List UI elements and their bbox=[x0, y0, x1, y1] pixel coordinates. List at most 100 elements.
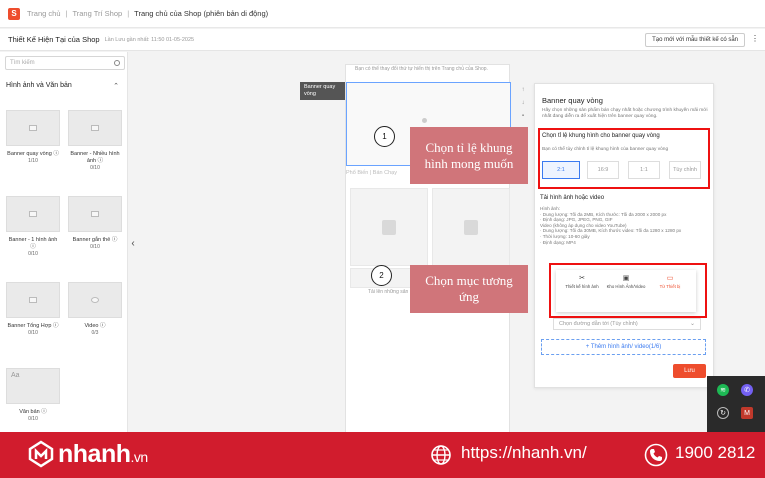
media-source-menu: ✂ Thiết kế hình ảnh ▣ Kho Hình Ảnh/Video… bbox=[556, 270, 696, 312]
section-title: Hình ảnh và Văn bản bbox=[6, 82, 72, 89]
image-icon bbox=[91, 125, 99, 131]
text-glyph-icon: Aa bbox=[11, 372, 20, 379]
single-image-thumbnail bbox=[6, 196, 60, 232]
breadcrumb-bar: S Trang chủ | Trang Trí Shop | Trang chủ… bbox=[0, 0, 765, 28]
play-icon bbox=[91, 297, 99, 303]
move-up-icon[interactable]: ↑ bbox=[519, 84, 527, 97]
shopee-logo-icon[interactable]: S bbox=[8, 7, 20, 20]
link-select-value: Chọn đường dẫn tới (Tùy chỉnh) bbox=[559, 321, 638, 327]
ratio-option-1-1[interactable]: 1:1 bbox=[628, 161, 660, 179]
image-icon bbox=[29, 211, 37, 217]
brand-name-text: nhanh bbox=[58, 440, 131, 468]
link-select[interactable]: Chọn đường dẫn tới (Tùy chỉnh) ⌄ bbox=[553, 318, 701, 330]
breadcrumb-current: Trang chủ của Shop (phiên bản di động) bbox=[134, 9, 269, 18]
more-options-icon[interactable]: ⋮ bbox=[751, 34, 759, 43]
brand-name: nhanh.vn bbox=[58, 440, 148, 469]
text-thumbnail: Aa bbox=[6, 368, 60, 404]
step-2-marker: 2 bbox=[371, 265, 392, 286]
media-library-option[interactable]: ▣ Kho Hình Ảnh/Video bbox=[606, 275, 646, 289]
design-image-option[interactable]: ✂ Thiết kế hình ảnh bbox=[562, 275, 602, 289]
option-label: Thiết kế hình ảnh bbox=[565, 284, 599, 289]
spec-line: · Định dạng: MP4 bbox=[540, 239, 576, 245]
ratio-option-custom[interactable]: Tùy chỉnh bbox=[669, 161, 701, 179]
component-tools: ↑ ↓ ▪ bbox=[519, 84, 527, 123]
canvas-top-note: Bạn có thể thay đổi thứ tự hiển thị trên… bbox=[355, 66, 488, 72]
new-template-button[interactable]: Tạo mới với mẫu thiết kế có sẵn bbox=[645, 33, 745, 47]
component-count: 0/10 bbox=[28, 251, 38, 257]
from-device-option[interactable]: ▭ Từ Thiết bị bbox=[650, 275, 690, 289]
breadcrumb-shop-decoration[interactable]: Trang Trí Shop bbox=[72, 9, 122, 18]
component-count: 0/10 bbox=[28, 330, 38, 336]
component-video[interactable]: Video ⓘ 0/3 bbox=[68, 282, 122, 336]
ratio-option-2-1[interactable]: 2:1 bbox=[542, 161, 580, 179]
shopping-bag-icon bbox=[382, 220, 396, 235]
component-count: 0/10 bbox=[90, 165, 100, 171]
component-label: Banner gắn thẻ ⓘ bbox=[72, 237, 118, 243]
component-carousel-banner[interactable]: Banner quay vòng ⓘ 1/10 bbox=[6, 110, 60, 164]
selected-component-label: Banner quay vòng bbox=[300, 82, 345, 100]
component-text[interactable]: Aa Văn bản ⓘ 0/10 bbox=[6, 368, 60, 422]
collapse-sidebar-icon[interactable]: ‹ bbox=[127, 236, 139, 250]
option-label: Kho Hình Ảnh/Video bbox=[606, 284, 646, 289]
breadcrumb-home[interactable]: Trang chủ bbox=[27, 9, 61, 18]
slot-dot-icon bbox=[422, 118, 427, 123]
video-thumbnail bbox=[68, 282, 122, 318]
upload-specs: Hình ảnh: · Dung lượng: Tối đa 2MB, Kích… bbox=[540, 206, 712, 245]
multi-image-thumbnail bbox=[68, 110, 122, 146]
component-tagged-banner[interactable]: Banner gắn thẻ ⓘ 0/10 bbox=[68, 196, 122, 250]
panel-title: Banner quay vòng bbox=[542, 96, 603, 105]
image-icon bbox=[29, 297, 37, 303]
carousel-thumbnail bbox=[6, 110, 60, 146]
search-input[interactable]: Tìm kiếm bbox=[5, 56, 125, 70]
phone-icon bbox=[644, 443, 668, 467]
component-multi-image-banner[interactable]: Banner - Nhiều hình ảnh ⓘ 0/10 bbox=[68, 110, 122, 171]
hotline-number[interactable]: 1900 2812 bbox=[675, 443, 755, 463]
component-label: Video ⓘ bbox=[84, 323, 106, 329]
option-label: Từ Thiết bị bbox=[659, 284, 681, 289]
page-title: Thiết Kế Hiện Tại của Shop bbox=[8, 35, 100, 44]
monitor-icon: ▭ bbox=[666, 275, 674, 282]
canvas-tabs: Phổ Biến | Bán Chạy bbox=[346, 170, 397, 176]
website-link[interactable]: https://nhanh.vn/ bbox=[461, 443, 587, 463]
component-label: Banner - Nhiều hình ảnh ⓘ bbox=[70, 151, 120, 164]
globe-icon bbox=[431, 445, 451, 465]
search-icon bbox=[114, 60, 120, 66]
breadcrumb-separator: | bbox=[127, 9, 130, 18]
brand-footer: nhanh.vn https://nhanh.vn/ 1900 2812 bbox=[0, 432, 765, 478]
tagged-banner-thumbnail bbox=[68, 196, 122, 232]
sync-icon[interactable]: ↻ bbox=[717, 407, 729, 419]
viber-icon[interactable]: ✆ bbox=[741, 384, 753, 396]
panel-description: Hãy chọn những sản phẩm bán chạy nhất ho… bbox=[542, 108, 708, 119]
brand-suffix: .vn bbox=[130, 449, 149, 465]
last-saved-text: Lần Lưu gần nhất: 11:50 01-05-2025 bbox=[104, 36, 195, 43]
delete-icon[interactable]: ▪ bbox=[519, 110, 527, 123]
component-label: Banner quay vòng ⓘ bbox=[7, 151, 59, 157]
step-1-callout: Chọn tỉ lệ khung hình mong muốn bbox=[410, 127, 528, 184]
folder-icon: ▣ bbox=[622, 275, 630, 282]
step-1-marker: 1 bbox=[374, 126, 395, 147]
mcafee-icon[interactable]: M bbox=[741, 407, 753, 419]
move-down-icon[interactable]: ↓ bbox=[519, 97, 527, 110]
shopping-bag-icon bbox=[464, 220, 478, 235]
taskbar-tray: ≋ ✆ ↻ M bbox=[707, 376, 765, 432]
component-count: 0/10 bbox=[90, 244, 100, 250]
ratio-subtitle: Bạn có thể tùy chỉnh tỉ lệ khung hình củ… bbox=[542, 147, 669, 152]
chevron-up-icon[interactable]: ⌃ bbox=[113, 82, 119, 90]
save-button[interactable]: Lưu bbox=[673, 364, 706, 378]
editor-header: Thiết Kế Hiện Tại của Shop Lần Lưu gần n… bbox=[0, 29, 765, 51]
combo-banner-thumbnail bbox=[6, 282, 60, 318]
add-media-button[interactable]: + Thêm hình ảnh/ video(1/6) bbox=[541, 339, 706, 355]
chevron-down-icon: ⌄ bbox=[689, 321, 695, 327]
spotify-icon[interactable]: ≋ bbox=[717, 384, 729, 396]
component-single-image-banner[interactable]: Banner - 1 hình ảnh ⓘ 0/10 bbox=[6, 196, 60, 257]
component-count: 0/3 bbox=[91, 330, 99, 336]
scissors-icon: ✂ bbox=[579, 275, 585, 282]
image-icon bbox=[29, 125, 37, 131]
search-placeholder: Tìm kiếm bbox=[10, 60, 35, 66]
component-label: Văn bản ⓘ bbox=[19, 409, 47, 415]
nhanh-logo-icon bbox=[28, 440, 54, 468]
step-2-callout: Chọn mục tương ứng bbox=[410, 265, 528, 313]
product-placeholder bbox=[432, 188, 510, 266]
ratio-option-16-9[interactable]: 16:9 bbox=[587, 161, 619, 179]
component-combo-banner[interactable]: Banner Tổng Hợp ⓘ 0/10 bbox=[6, 282, 60, 336]
